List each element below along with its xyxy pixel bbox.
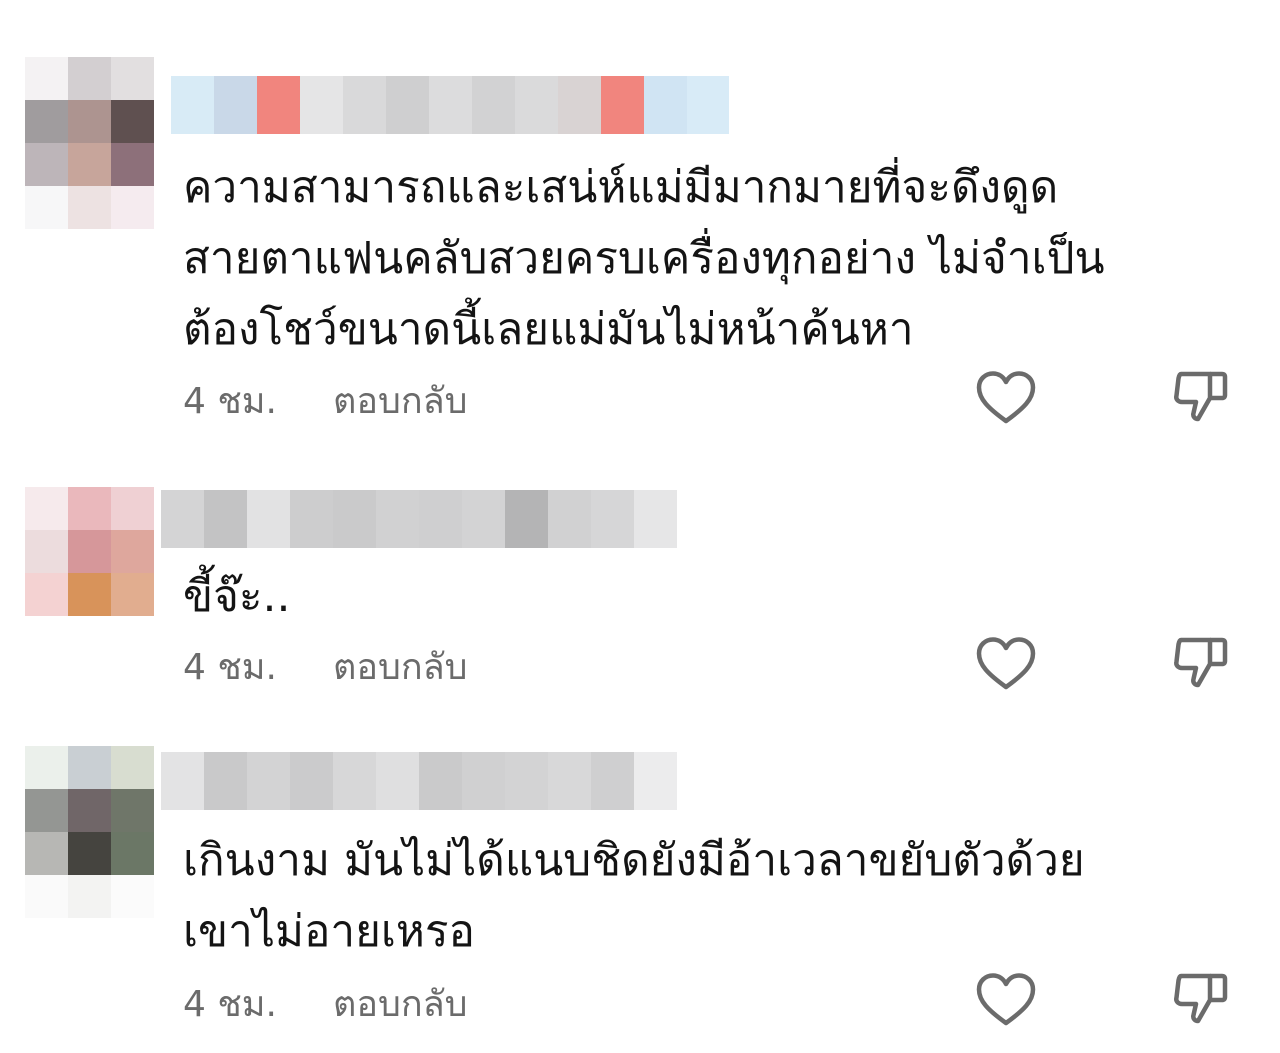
thumbs-down-icon[interactable] xyxy=(1168,634,1232,690)
comment-meta: 4 ชม. ตอบกลับ xyxy=(183,375,468,425)
comment-meta: 4 ชม. ตอบกลับ xyxy=(183,978,468,1028)
comment-text: ขี้จ๊ะ.. xyxy=(183,571,291,622)
avatar[interactable] xyxy=(25,487,154,659)
heart-icon[interactable] xyxy=(974,370,1038,426)
comment-text: เกินงาม มันไม่ได้แนบชิดยังมีอ้าเวลาขยับต… xyxy=(183,835,1085,957)
thumbs-down-icon[interactable] xyxy=(1168,970,1232,1026)
comment-text: ความสามารถและเสน่ห์แม่มีมากมายที่จะดึงดู… xyxy=(183,162,1105,355)
comment-meta: 4 ชม. ตอบกลับ xyxy=(183,641,468,691)
timestamp: 4 ชม. xyxy=(183,380,277,422)
comment-item: เกินงาม มันไม่ได้แนบชิดยังมีอ้าเวลาขยับต… xyxy=(0,710,1280,1053)
reply-button[interactable]: ตอบกลับ xyxy=(333,975,468,1032)
avatar[interactable] xyxy=(25,746,154,918)
timestamp: 4 ชม. xyxy=(183,646,277,688)
username-blurred[interactable] xyxy=(161,490,677,548)
comment-item: ขี้จ๊ะ.. 4 ชม. ตอบกลับ xyxy=(0,440,1280,710)
username-blurred[interactable] xyxy=(171,76,729,134)
timestamp: 4 ชม. xyxy=(183,983,277,1025)
comment-item: ความสามารถและเสน่ห์แม่มีมากมายที่จะดึงดู… xyxy=(0,0,1280,440)
username-blurred[interactable] xyxy=(161,752,677,810)
avatar[interactable] xyxy=(25,57,154,229)
thumbs-down-icon[interactable] xyxy=(1168,368,1232,424)
heart-icon[interactable] xyxy=(974,972,1038,1028)
heart-icon[interactable] xyxy=(974,636,1038,692)
reply-button[interactable]: ตอบกลับ xyxy=(333,638,468,695)
reply-button[interactable]: ตอบกลับ xyxy=(333,372,468,429)
